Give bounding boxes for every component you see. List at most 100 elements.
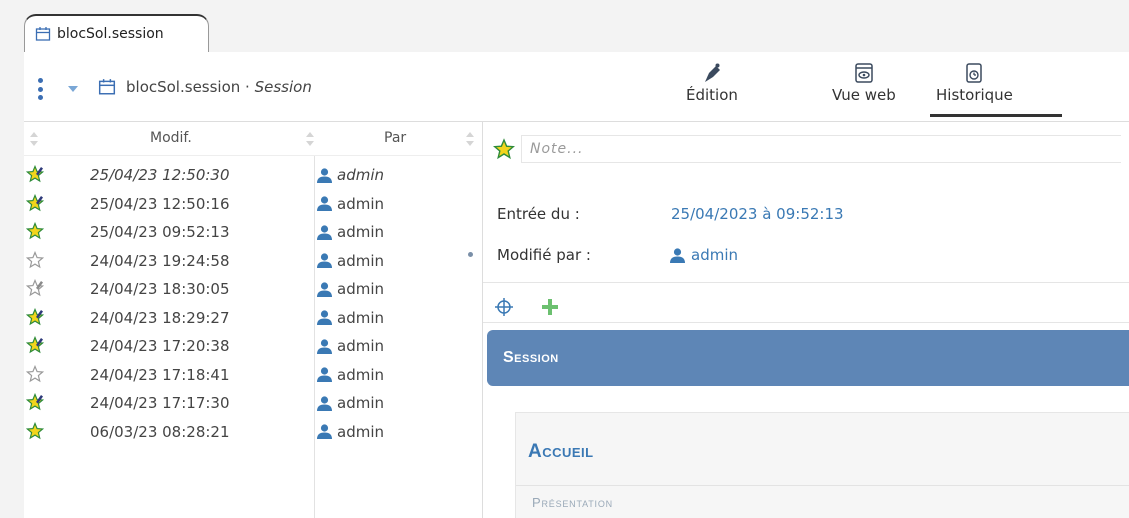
entree-label: Entrée du :: [497, 205, 580, 223]
star-edit-icon: [26, 307, 44, 325]
sort-icon[interactable]: [30, 132, 38, 146]
star-icon[interactable]: [493, 138, 515, 160]
accueil-label[interactable]: Accueil: [528, 441, 594, 463]
user-icon: [317, 424, 332, 439]
vue-web-label: Vue web: [832, 86, 896, 104]
row-date: 25/04/23 12:50:30: [90, 166, 230, 184]
plus-icon[interactable]: [541, 298, 559, 316]
detail-pane: Note... Entrée du : 25/04/2023 à 09:52:1…: [482, 122, 1129, 518]
star-icon: [26, 421, 44, 439]
row-user: admin: [316, 423, 384, 441]
table-row[interactable]: 25/04/23 12:50:30 admin: [24, 162, 482, 190]
historique-label: Historique: [936, 86, 1013, 104]
divider: [483, 322, 1129, 323]
table-row[interactable]: 24/04/23 17:17:30 admin: [24, 390, 482, 418]
current-entry-dot: [468, 252, 473, 257]
calendar-icon: [98, 79, 116, 95]
table-row[interactable]: 24/04/23 18:30:05 admin: [24, 276, 482, 304]
edition-button[interactable]: Édition: [686, 62, 738, 104]
entree-value: 25/04/2023 à 09:52:13: [671, 205, 844, 223]
user-icon: [317, 253, 332, 268]
row-user: admin: [316, 366, 384, 384]
star-edit-icon: [26, 336, 44, 354]
user-icon: [317, 196, 332, 211]
presentation-label: Présentation: [532, 495, 613, 510]
column-header-modif[interactable]: Modif.: [150, 130, 192, 146]
list-header: Modif. Par: [24, 122, 482, 156]
modifie-label: Modifié par :: [497, 246, 591, 264]
divider: [483, 282, 1129, 283]
tab-bar: blocSol.session: [0, 0, 1129, 52]
sort-icon[interactable]: [306, 132, 314, 146]
edition-label: Édition: [686, 86, 738, 104]
tab-label: blocSol.session: [57, 26, 164, 42]
row-user: admin: [316, 166, 384, 184]
row-date: 06/03/23 08:28:21: [90, 422, 230, 441]
note-input[interactable]: Note...: [521, 135, 1121, 163]
star-edit-outline-icon: [26, 279, 44, 297]
vue-web-button[interactable]: Vue web: [832, 62, 896, 104]
table-row[interactable]: 06/03/23 08:28:21 admin: [24, 419, 482, 447]
star-edit-icon: [26, 393, 44, 411]
toolbar: blocSol.session · Session Édition Vue we…: [24, 52, 1129, 122]
crosshair-icon[interactable]: [495, 298, 513, 316]
note-row: Note...: [493, 134, 1129, 164]
chevron-down-icon[interactable]: [68, 86, 78, 92]
web-view-icon: [855, 63, 873, 83]
row-date: 25/04/23 12:50:16: [90, 194, 230, 213]
calendar-icon: [35, 27, 51, 41]
pen-nib-icon: [704, 63, 720, 82]
tab-blocsol-session[interactable]: blocSol.session: [24, 14, 209, 52]
row-date: 24/04/23 17:18:41: [90, 365, 230, 384]
breadcrumb-object[interactable]: blocSol.session: [126, 78, 240, 96]
table-row[interactable]: 24/04/23 17:18:41 admin: [24, 362, 482, 390]
breadcrumb: blocSol.session · Session: [98, 78, 312, 96]
main-panel: blocSol.session · Session Édition Vue we…: [24, 52, 1129, 518]
row-user: admin: [316, 223, 384, 241]
history-icon: [966, 63, 983, 83]
row-user: admin: [316, 252, 384, 270]
kebab-menu-icon[interactable]: [38, 78, 44, 100]
user-icon: [317, 338, 332, 354]
breadcrumb-type: Session: [254, 78, 312, 96]
user-icon: [317, 167, 332, 183]
user-icon: [317, 310, 332, 325]
row-date: 24/04/23 17:17:30: [90, 394, 230, 412]
row-user: admin: [316, 337, 384, 355]
table-row[interactable]: 24/04/23 17:20:38 admin: [24, 333, 482, 361]
row-user: admin: [316, 394, 384, 412]
modifie-value[interactable]: admin: [669, 246, 738, 264]
user-icon: [317, 281, 332, 297]
column-header-par[interactable]: Par: [384, 130, 406, 146]
user-icon: [317, 395, 332, 411]
breadcrumb-separator: ·: [240, 78, 255, 96]
star-icon: [26, 222, 44, 240]
table-row[interactable]: 25/04/23 09:52:13 admin: [24, 219, 482, 247]
row-date: 24/04/23 19:24:58: [90, 251, 230, 270]
row-date: 24/04/23 18:30:05: [90, 280, 230, 298]
star-edit-icon: [26, 193, 44, 211]
user-icon: [317, 367, 332, 382]
row-date: 25/04/23 09:52:13: [90, 223, 230, 241]
star-edit-icon: [26, 165, 44, 183]
user-icon: [670, 247, 685, 263]
sort-icon[interactable]: [466, 132, 474, 146]
historique-button[interactable]: Historique: [936, 62, 1013, 104]
row-date: 24/04/23 18:29:27: [90, 308, 230, 327]
row-user: admin: [316, 280, 384, 298]
star-outline-icon: [26, 364, 44, 382]
row-user: admin: [316, 309, 384, 327]
row-user: admin: [316, 195, 384, 213]
table-row[interactable]: 25/04/23 12:50:16 admin: [24, 191, 482, 219]
active-tab-indicator: [930, 114, 1062, 117]
table-row[interactable]: 24/04/23 19:24:58 admin: [24, 248, 482, 276]
user-icon: [317, 224, 332, 240]
history-list: Modif. Par 25/04/23 12:50:30 admin 25/04/2…: [24, 122, 482, 518]
session-label: Session: [503, 349, 559, 366]
divider: [516, 485, 1129, 486]
accueil-section: Accueil Présentation: [515, 412, 1129, 518]
row-date: 24/04/23 17:20:38: [90, 337, 230, 355]
table-row[interactable]: 24/04/23 18:29:27 admin: [24, 305, 482, 333]
session-section-header[interactable]: Session: [487, 330, 1129, 386]
star-outline-icon: [26, 250, 44, 268]
